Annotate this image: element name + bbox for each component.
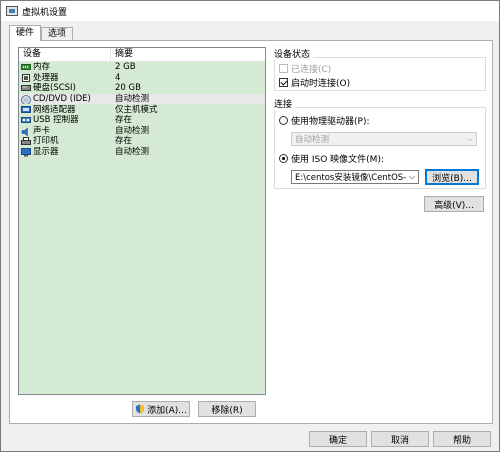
processor-icon — [21, 73, 31, 82]
connection-title: 连接 — [274, 97, 296, 110]
device-name: 声卡 — [33, 125, 51, 136]
vm-settings-window: 虚拟机设置 硬件 选项 设备 摘要 内存 2 GB 处理器 4 硬盘(SCSI) 20 G… — [0, 0, 500, 452]
connect-at-power-on-checkbox[interactable] — [279, 78, 288, 87]
device-row[interactable]: CD/DVD (IDE) 自动检测 — [19, 93, 265, 105]
device-row[interactable]: USB 控制器 存在 — [19, 115, 265, 126]
connected-checkbox[interactable] — [279, 64, 288, 73]
window-title: 虚拟机设置 — [22, 7, 68, 18]
device-summary: 自动检测 — [115, 147, 150, 158]
device-status-title: 设备状态 — [274, 47, 314, 60]
sound-card-icon — [21, 127, 31, 136]
advanced-button[interactable]: 高级(V)... — [424, 196, 484, 212]
cd-dvd-icon — [21, 95, 31, 105]
title-bar: 虚拟机设置 — [1, 1, 499, 21]
device-name: 硬盘(SCSI) — [33, 83, 76, 94]
tab-hardware[interactable]: 硬件 — [9, 25, 42, 41]
iso-radio[interactable] — [279, 154, 288, 163]
iso-label: 使用 ISO 映像文件(M): — [291, 155, 384, 165]
chevron-down-icon: ⌵ — [466, 134, 473, 143]
hardware-panel: 设备 摘要 内存 2 GB 处理器 4 硬盘(SCSI) 20 GB CD/DVD (IDE… — [9, 40, 493, 424]
device-status-group: 设备状态 已连接(C) 启动时连接(O) — [274, 47, 486, 91]
cancel-button[interactable]: 取消 — [371, 431, 429, 447]
connect-at-power-on-row[interactable]: 启动时连接(O) — [279, 76, 350, 89]
vm-app-icon — [6, 6, 18, 16]
device-name: 内存 — [33, 62, 51, 73]
device-cell: 内存 — [19, 62, 111, 72]
connection-group: 连接 使用物理驱动器(P): 自动检测 ⌵ 使用 ISO 映像文件(M): E:… — [274, 97, 486, 189]
tab-options[interactable]: 选项 — [41, 27, 74, 41]
device-summary: 自动检测 — [115, 94, 150, 105]
device-name: 网络适配器 — [33, 104, 76, 115]
tab-strip: 硬件 选项 — [9, 25, 74, 41]
device-list: 设备 摘要 内存 2 GB 处理器 4 硬盘(SCSI) 20 GB CD/DVD (IDE… — [18, 47, 266, 395]
iso-radio-row[interactable]: 使用 ISO 映像文件(M): — [279, 152, 384, 165]
physical-drive-radio[interactable] — [279, 116, 288, 125]
device-row[interactable]: 声卡 自动检测 — [19, 126, 265, 137]
physical-drive-value: 自动检测 — [295, 135, 330, 145]
memory-icon — [21, 63, 31, 71]
device-row[interactable]: 硬盘(SCSI) 20 GB — [19, 83, 265, 94]
connect-at-power-on-label: 启动时连接(O) — [291, 79, 351, 89]
device-row[interactable]: 处理器 4 — [19, 73, 265, 84]
network-adapter-icon — [21, 105, 31, 114]
iso-path-combobox[interactable]: E:\centos安装镜像\CentOS- ⌵ — [291, 170, 419, 184]
shield-icon — [136, 404, 145, 414]
physical-drive-radio-row[interactable]: 使用物理驱动器(P): — [279, 114, 369, 127]
device-summary: 20 GB — [115, 83, 141, 94]
column-header-device[interactable]: 设备 — [19, 48, 111, 61]
usb-icon — [21, 116, 31, 124]
device-cell: USB 控制器 — [19, 115, 111, 125]
device-cell: 硬盘(SCSI) — [19, 83, 111, 93]
device-row[interactable]: 打印机 存在 — [19, 136, 265, 147]
device-name: USB 控制器 — [33, 115, 79, 126]
device-name: CD/DVD (IDE) — [33, 94, 91, 105]
connected-checkbox-row[interactable]: 已连接(C) — [279, 62, 331, 75]
connected-label: 已连接(C) — [291, 65, 332, 75]
device-summary: 存在 — [115, 136, 133, 147]
device-summary: 存在 — [115, 115, 133, 126]
device-cell: 网络适配器 — [19, 105, 111, 115]
browse-button[interactable]: 浏览(B)... — [425, 169, 479, 185]
physical-drive-select[interactable]: 自动检测 ⌵ — [291, 132, 477, 146]
display-icon — [21, 148, 31, 157]
add-device-button[interactable]: 添加(A)... — [132, 401, 190, 417]
device-summary: 4 — [115, 72, 121, 83]
device-row[interactable]: 内存 2 GB — [19, 62, 265, 73]
device-rows: 内存 2 GB 处理器 4 硬盘(SCSI) 20 GB CD/DVD (IDE) 自动检测网… — [19, 62, 265, 157]
help-button[interactable]: 帮助 — [433, 431, 491, 447]
device-list-header: 设备 摘要 — [19, 48, 265, 62]
printer-icon — [21, 137, 31, 146]
device-summary: 仅主机模式 — [115, 104, 158, 115]
device-cell: 处理器 — [19, 73, 111, 83]
device-cell: CD/DVD (IDE) — [19, 94, 111, 105]
device-cell: 声卡 — [19, 126, 111, 136]
device-cell: 显示器 — [19, 147, 111, 157]
iso-path-value: E:\centos安装镜像\CentOS- — [295, 173, 407, 183]
column-header-summary[interactable]: 摘要 — [111, 48, 133, 61]
device-summary: 自动检测 — [115, 125, 150, 136]
device-row[interactable]: 显示器 自动检测 — [19, 147, 265, 158]
physical-drive-label: 使用物理驱动器(P): — [291, 117, 370, 127]
device-summary: 2 GB — [115, 62, 136, 73]
add-device-label: 添加(A)... — [147, 405, 187, 416]
device-name: 打印机 — [33, 136, 59, 147]
device-row[interactable]: 网络适配器 仅主机模式 — [19, 104, 265, 115]
hard-disk-icon — [21, 84, 31, 92]
ok-button[interactable]: 确定 — [309, 431, 367, 447]
device-cell: 打印机 — [19, 136, 111, 146]
device-name: 处理器 — [33, 72, 59, 83]
device-name: 显示器 — [33, 147, 59, 158]
chevron-down-icon: ⌵ — [408, 172, 415, 181]
remove-device-button[interactable]: 移除(R) — [198, 401, 256, 417]
